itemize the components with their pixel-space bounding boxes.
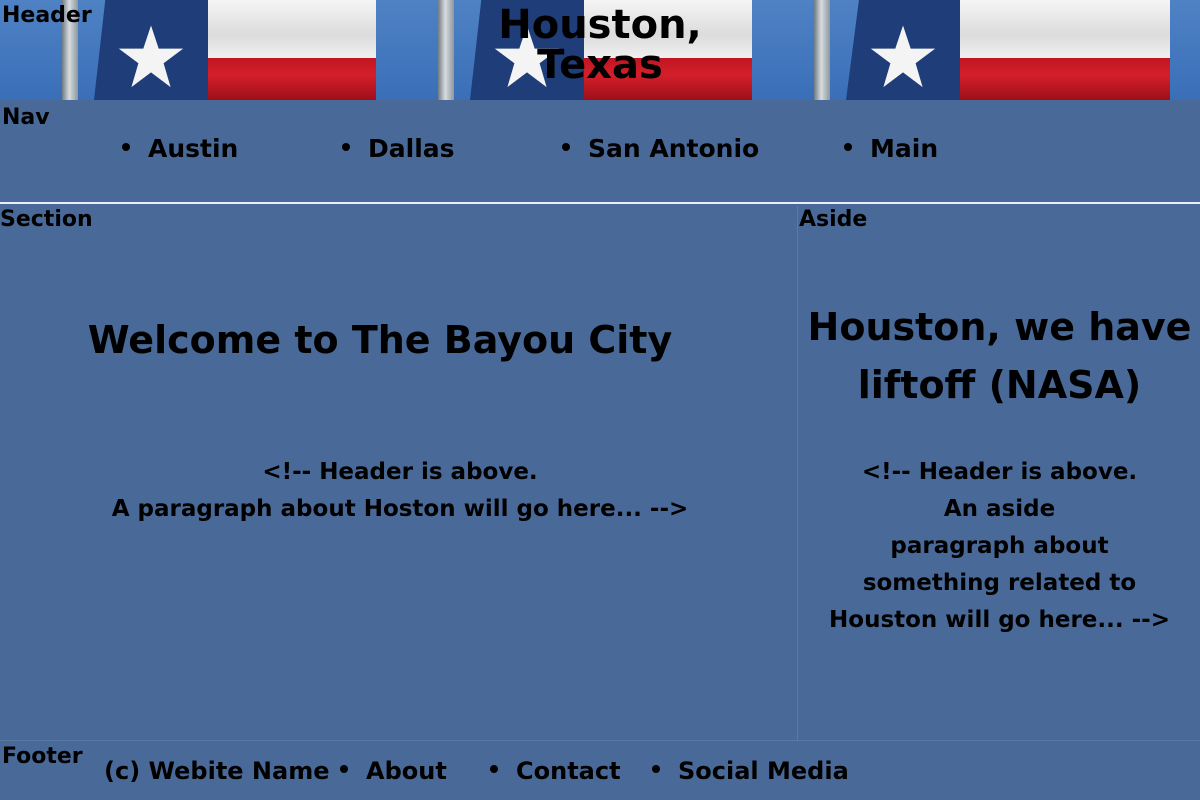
bullet-icon [652, 765, 660, 773]
bullet-icon [844, 143, 852, 151]
aside-paragraph: <!-- Header is above. An aside paragraph… [799, 454, 1200, 639]
nav-item-main[interactable]: Main [844, 128, 938, 170]
footer: Footer (c) Webite Name About Contact Soc… [0, 740, 1200, 800]
bullet-icon [122, 143, 130, 151]
flag-red-stripe [960, 58, 1170, 100]
aside-heading: Houston, we have liftoff (NASA) [799, 298, 1200, 414]
aside-paragraph-line: <!-- Header is above. [861, 459, 1138, 485]
flag-cloth [94, 0, 376, 100]
flag-red-stripe [208, 58, 376, 100]
bullet-icon [342, 143, 350, 151]
nav-label: Nav [2, 105, 50, 130]
nav-item-label: Austin [148, 134, 239, 163]
flag-pole [814, 0, 830, 100]
footer-label: Footer [2, 744, 83, 769]
flag-white-stripe [960, 0, 1170, 58]
footer-link-social-media[interactable]: Social Media [652, 751, 849, 791]
nav-item-austin[interactable]: Austin [122, 128, 238, 170]
bullet-icon [340, 765, 348, 773]
flag-white-stripe [208, 0, 376, 58]
footer-site-name: (c) Webite Name [104, 757, 330, 785]
main-section: Section Welcome to The Bayou City <!-- H… [0, 206, 798, 740]
footer-link-label: Social Media [678, 757, 849, 785]
footer-link-about[interactable]: About [340, 751, 447, 791]
nav-item-label: Main [870, 134, 939, 163]
aside-paragraph-line: An aside [943, 496, 1056, 522]
section-paragraph-line: A paragraph about Hoston will go here...… [111, 496, 689, 522]
bullet-icon [490, 765, 498, 773]
footer-link-label: Contact [516, 757, 621, 785]
nav-item-dallas[interactable]: Dallas [342, 128, 455, 170]
texas-flag-image [752, 0, 1200, 100]
flag-cloth [846, 0, 1170, 100]
section-label: Section [0, 207, 93, 232]
aside-label: Aside [799, 207, 868, 232]
flag-pole [438, 0, 454, 100]
aside-paragraph-line: paragraph about [890, 533, 1109, 559]
aside-heading-line: liftoff (NASA) [857, 363, 1142, 407]
aside-heading-line: Houston, we have [807, 305, 1192, 349]
nav-bar: Nav Austin Dallas San Antonio Main [0, 100, 1200, 204]
header-label: Header [2, 3, 92, 28]
footer-link-label: About [366, 757, 447, 785]
nav-item-label: Dallas [368, 134, 455, 163]
star-icon [870, 25, 936, 88]
aside-panel: Aside Houston, we have liftoff (NASA) <!… [799, 206, 1200, 740]
section-paragraph: <!-- Header is above. A paragraph about … [0, 454, 800, 528]
page-title-line-2: Texas [537, 42, 663, 88]
bullet-icon [562, 143, 570, 151]
section-paragraph-line: <!-- Header is above. [262, 459, 538, 485]
aside-paragraph-line: Houston will go here... --> [829, 607, 1170, 633]
star-icon [118, 25, 184, 88]
aside-paragraph-line: something related to [862, 570, 1137, 596]
header: Header Houston, Texas [0, 0, 1200, 100]
page-title: Houston, Texas [470, 2, 730, 88]
nav-item-san-antonio[interactable]: San Antonio [562, 128, 759, 170]
section-heading: Welcome to The Bayou City [87, 318, 673, 362]
footer-link-contact[interactable]: Contact [490, 751, 621, 791]
nav-item-label: San Antonio [588, 134, 760, 163]
